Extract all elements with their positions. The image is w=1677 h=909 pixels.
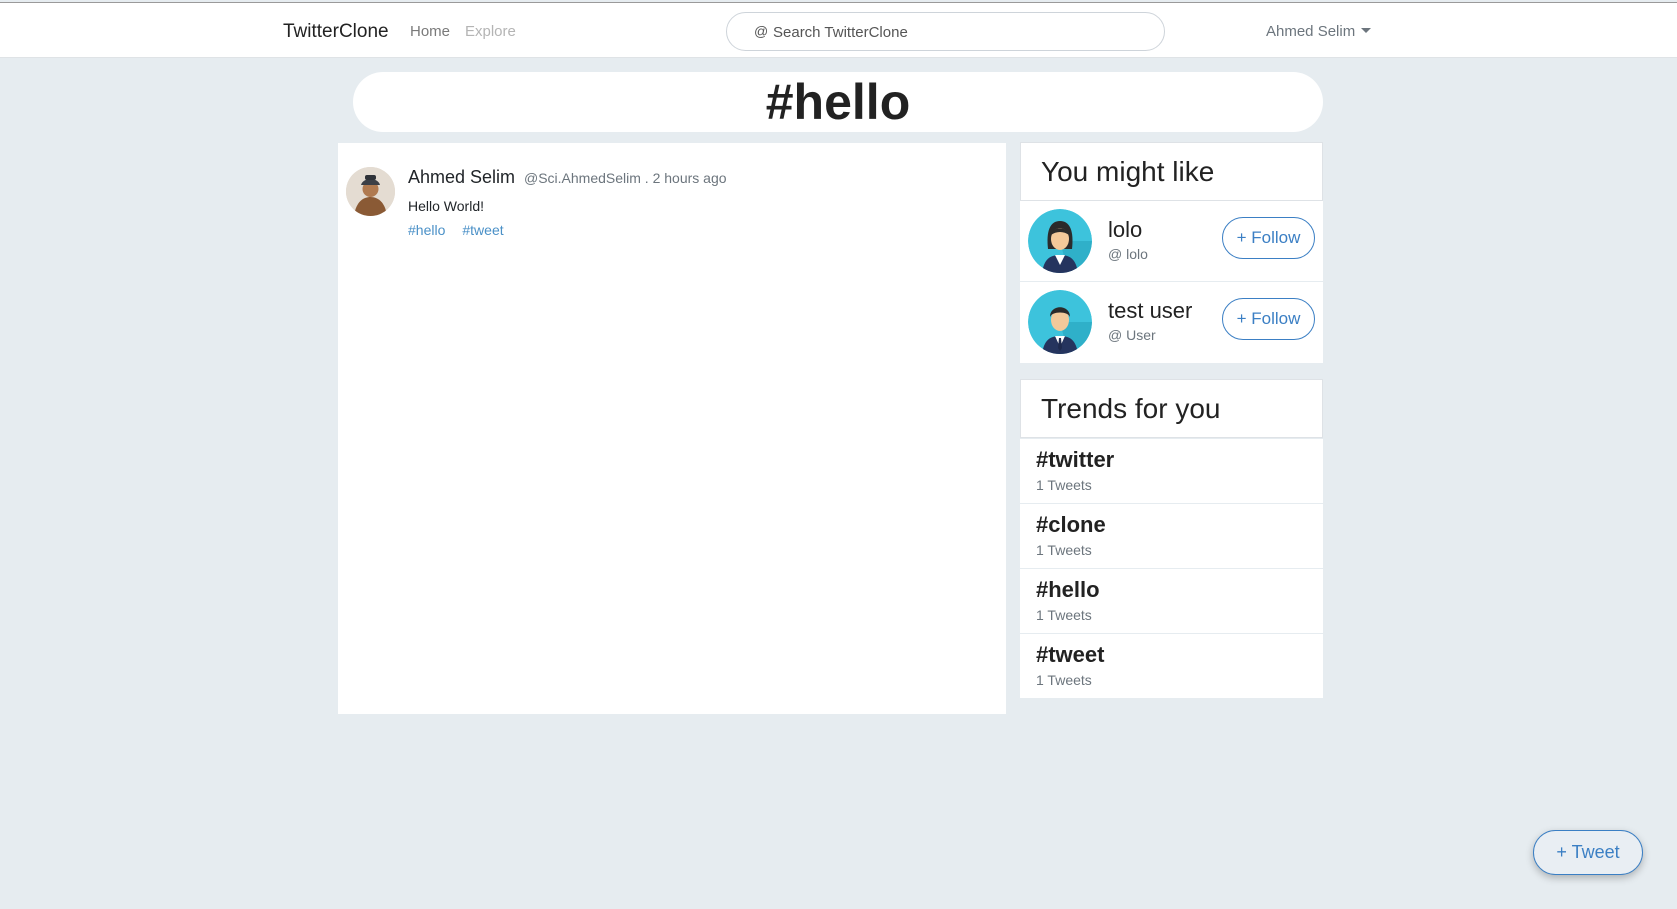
tweet-meta: @Sci.AhmedSelim . 2 hours ago <box>524 170 727 186</box>
trend-item[interactable]: #clone 1 Tweets <box>1020 503 1323 568</box>
tweet-feed: Ahmed Selim @Sci.AhmedSelim . 2 hours ag… <box>338 143 1006 714</box>
tweet-item: Ahmed Selim @Sci.AhmedSelim . 2 hours ag… <box>338 143 1006 243</box>
at-icon: @ <box>754 23 769 39</box>
suggestion-row: test user @ User + Follow <box>1020 282 1323 363</box>
user-menu-label: Ahmed Selim <box>1266 23 1356 40</box>
follow-button[interactable]: + Follow <box>1222 298 1315 340</box>
trends-card: Trends for you #twitter 1 Tweets #clone … <box>1020 379 1323 698</box>
brand-logo[interactable]: TwitterClone <box>283 21 389 43</box>
avatar[interactable] <box>1028 290 1092 354</box>
trend-hashtag[interactable]: #twitter <box>1036 439 1323 473</box>
suggestion-name[interactable]: test user <box>1108 298 1192 324</box>
suggestion-handle: @ lolo <box>1108 246 1148 262</box>
suggestion-handle: @ User <box>1108 327 1156 343</box>
avatar[interactable] <box>1028 209 1092 273</box>
new-tweet-button[interactable]: + Tweet <box>1533 830 1643 875</box>
tweet-tag-link[interactable]: #tweet <box>462 222 503 238</box>
avatar[interactable] <box>346 167 395 216</box>
trend-count: 1 Tweets <box>1036 607 1092 623</box>
user-menu-dropdown[interactable]: Ahmed Selim <box>1266 23 1372 40</box>
trend-hashtag[interactable]: #clone <box>1036 504 1323 538</box>
suggestions-title: You might like <box>1020 142 1323 201</box>
search-input[interactable] <box>773 21 1143 43</box>
tweet-author-name[interactable]: Ahmed Selim <box>408 167 515 188</box>
follow-button[interactable]: + Follow <box>1222 217 1315 259</box>
page-title: #hello <box>765 74 911 130</box>
suggestion-row: lolo @ lolo + Follow <box>1020 201 1323 282</box>
tweet-tag-link[interactable]: #hello <box>408 222 445 238</box>
search-box[interactable]: @ <box>726 12 1165 51</box>
trend-item[interactable]: #hello 1 Tweets <box>1020 568 1323 633</box>
hashtag-header: #hello <box>353 72 1323 132</box>
nav-home-link[interactable]: Home <box>410 23 450 40</box>
user-photo-icon <box>346 167 395 216</box>
trend-hashtag[interactable]: #hello <box>1036 569 1323 603</box>
trend-count: 1 Tweets <box>1036 542 1092 558</box>
suggestion-name[interactable]: lolo <box>1108 217 1142 243</box>
trends-title: Trends for you <box>1020 379 1323 438</box>
tweet-tags: #hello #tweet <box>408 222 521 238</box>
trend-item[interactable]: #twitter 1 Tweets <box>1020 438 1323 503</box>
trend-item[interactable]: #tweet 1 Tweets <box>1020 633 1323 698</box>
male-user-icon <box>1028 290 1092 354</box>
nav-explore-link[interactable]: Explore <box>465 23 516 40</box>
trend-count: 1 Tweets <box>1036 477 1092 493</box>
suggestions-card: You might like lolo @ lolo + Follow test… <box>1020 142 1323 363</box>
caret-down-icon <box>1361 28 1372 33</box>
trend-hashtag[interactable]: #tweet <box>1036 634 1323 668</box>
top-navbar: TwitterClone Home Explore @ Ahmed Selim <box>0 2 1677 58</box>
tweet-text: Hello World! <box>408 198 484 214</box>
female-user-icon <box>1028 209 1092 273</box>
trend-count: 1 Tweets <box>1036 672 1092 688</box>
